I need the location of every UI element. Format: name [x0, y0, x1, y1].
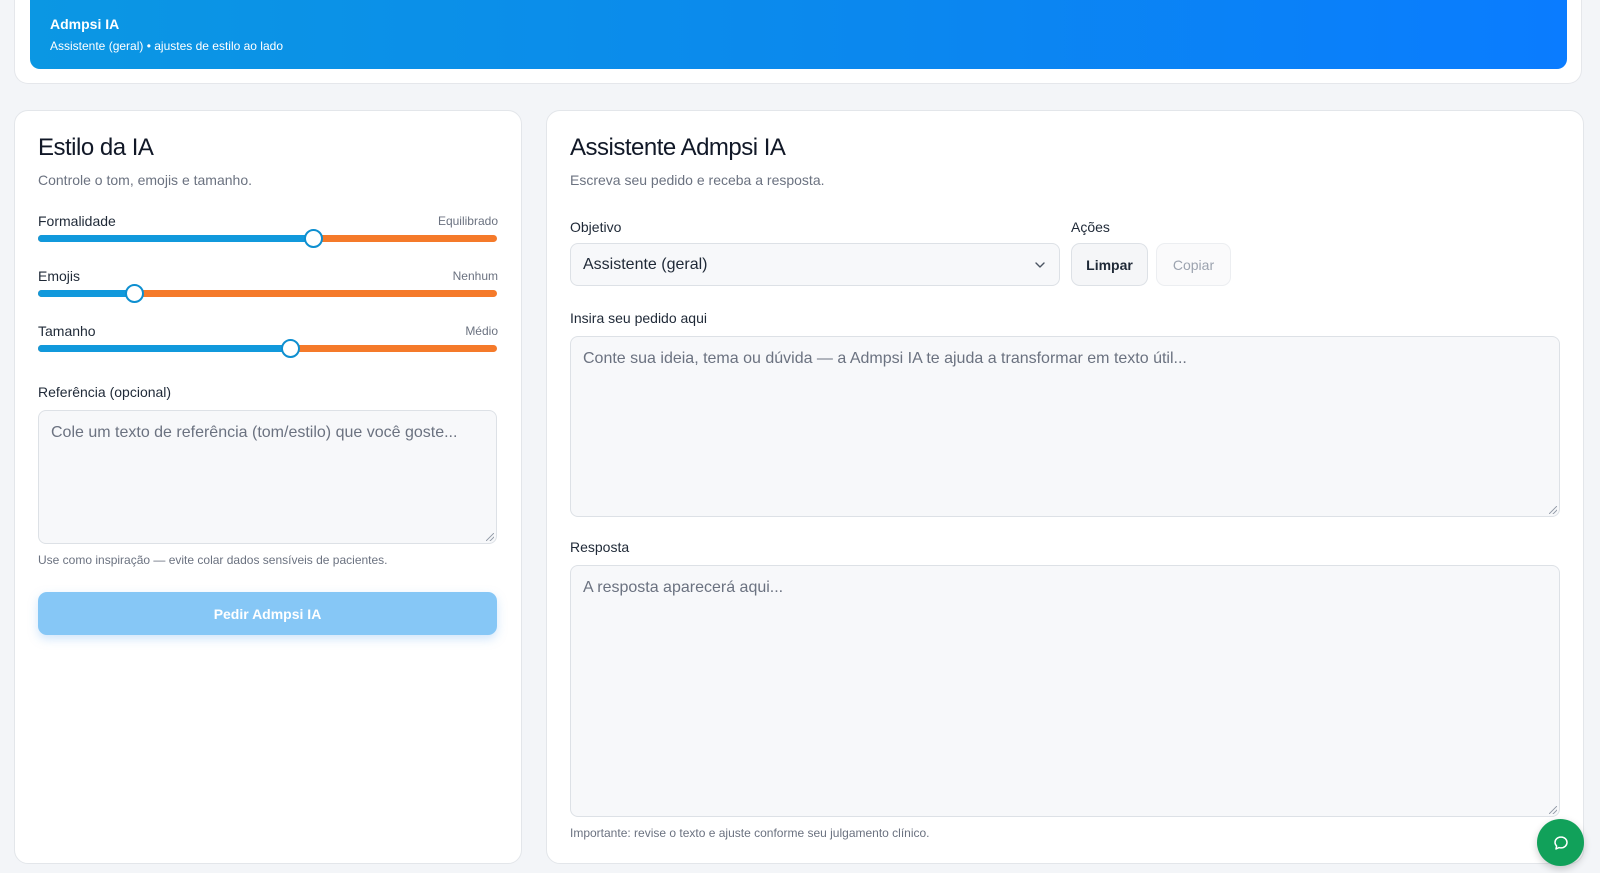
response-label: Resposta	[570, 539, 630, 555]
emojis-label: Emojis	[38, 268, 81, 284]
app-title: Admpsi IA	[50, 16, 120, 32]
resize-grip-icon[interactable]	[1549, 506, 1557, 514]
reference-textarea[interactable]: Cole um texto de referência (tom/estilo)…	[38, 410, 497, 544]
objective-label: Objetivo	[570, 219, 622, 235]
request-label: Insira seu pedido aqui	[570, 310, 707, 326]
clinical-disclaimer: Importante: revise o texto e ajuste conf…	[570, 826, 930, 840]
request-textarea[interactable]: Conte sua ideia, tema ou dúvida — a Admp…	[570, 336, 1560, 517]
reference-hint: Use como inspiração — evite colar dados …	[38, 553, 388, 567]
request-placeholder: Conte sua ideia, tema ou dúvida — a Admp…	[583, 350, 1187, 367]
formality-label: Formalidade	[38, 213, 116, 229]
clear-button[interactable]: Limpar	[1071, 243, 1148, 286]
emojis-slider-fill	[38, 290, 135, 297]
style-panel-title: Estilo da IA	[38, 134, 154, 161]
resize-grip-icon[interactable]	[1549, 806, 1557, 814]
size-slider-thumb[interactable]	[280, 339, 300, 358]
app-subtitle: Assistente (geral) • ajustes de estilo a…	[50, 39, 283, 53]
formality-slider-fill	[38, 235, 314, 242]
emojis-slider[interactable]	[38, 284, 497, 303]
style-panel-subtitle: Controle o tom, emojis e tamanho.	[38, 172, 252, 188]
resize-grip-icon[interactable]	[486, 533, 494, 541]
request-ai-button[interactable]: Pedir Admpsi IA	[38, 592, 497, 635]
size-slider-fill	[38, 345, 291, 352]
style-panel: Estilo da IA Controle o tom, emojis e ta…	[14, 110, 522, 864]
size-label: Tamanho	[38, 323, 96, 339]
emojis-value: Nenhum	[452, 269, 498, 283]
assistant-panel: Assistente Admpsi IA Escreva seu pedido …	[546, 110, 1584, 864]
app-header: Admpsi IA Assistente (geral) • ajustes d…	[30, 0, 1567, 69]
chevron-down-icon	[1035, 261, 1045, 268]
assistant-panel-title: Assistente Admpsi IA	[570, 134, 786, 161]
reference-label: Referência (opcional)	[38, 384, 172, 400]
copy-button[interactable]: Copiar	[1156, 243, 1231, 286]
response-textarea[interactable]: A resposta aparecerá aqui...	[570, 565, 1560, 817]
formality-slider-thumb[interactable]	[303, 229, 323, 248]
reference-placeholder: Cole um texto de referência (tom/estilo)…	[51, 424, 458, 441]
objective-select[interactable]: Assistente (geral)	[570, 243, 1060, 286]
objective-selected-value: Assistente (geral)	[583, 255, 708, 273]
emojis-slider-thumb[interactable]	[124, 284, 144, 303]
chat-bubble-icon	[1553, 835, 1568, 850]
formality-slider[interactable]	[38, 229, 497, 248]
response-placeholder: A resposta aparecerá aqui...	[583, 579, 784, 596]
size-slider[interactable]	[38, 339, 497, 358]
assistant-panel-subtitle: Escreva seu pedido e receba a resposta.	[570, 172, 825, 188]
actions-label: Ações	[1071, 219, 1110, 235]
size-value: Médio	[465, 324, 498, 338]
formality-value: Equilibrado	[437, 214, 498, 228]
chat-button[interactable]	[1537, 819, 1584, 866]
